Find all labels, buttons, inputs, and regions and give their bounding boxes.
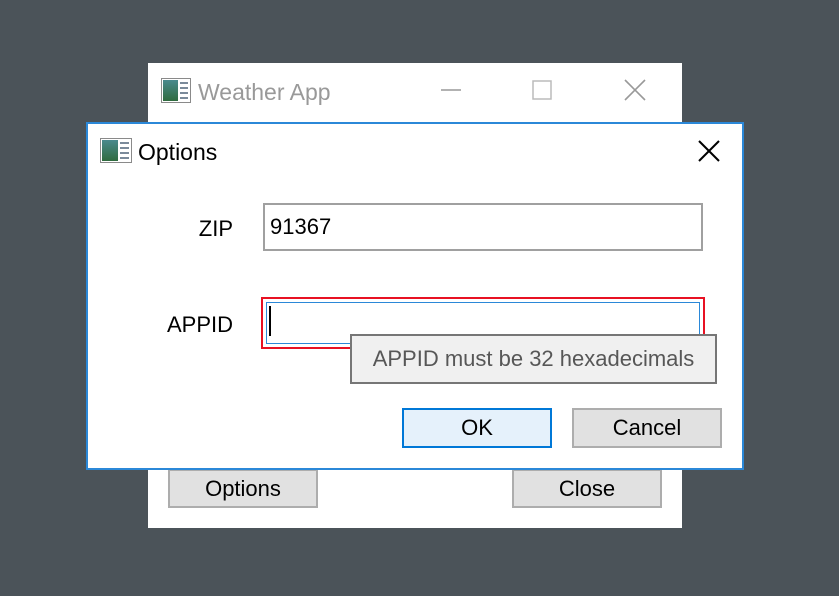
options-button[interactable]: Options <box>168 469 318 508</box>
cancel-button[interactable]: Cancel <box>572 408 722 448</box>
zip-field[interactable]: 91367 <box>263 203 703 251</box>
ok-button[interactable]: OK <box>402 408 552 448</box>
app-window-icon <box>161 78 191 103</box>
maximize-button[interactable] <box>519 70 565 110</box>
maximize-icon <box>532 80 552 100</box>
close-button[interactable]: Close <box>512 469 662 508</box>
minimize-icon <box>441 89 461 91</box>
minimize-button[interactable] <box>428 70 474 110</box>
app-window-icon <box>100 138 132 163</box>
close-icon <box>698 140 720 162</box>
dialog-title: Options <box>138 139 218 165</box>
dialog-close-button[interactable] <box>688 131 730 171</box>
appid-label: APPID <box>166 312 233 337</box>
main-close-button[interactable] <box>612 70 658 110</box>
main-window-title: Weather App <box>198 79 331 105</box>
text-caret <box>269 306 271 336</box>
validation-tooltip: APPID must be 32 hexadecimals <box>350 334 717 384</box>
close-icon <box>624 79 646 101</box>
zip-label: ZIP <box>198 216 233 241</box>
